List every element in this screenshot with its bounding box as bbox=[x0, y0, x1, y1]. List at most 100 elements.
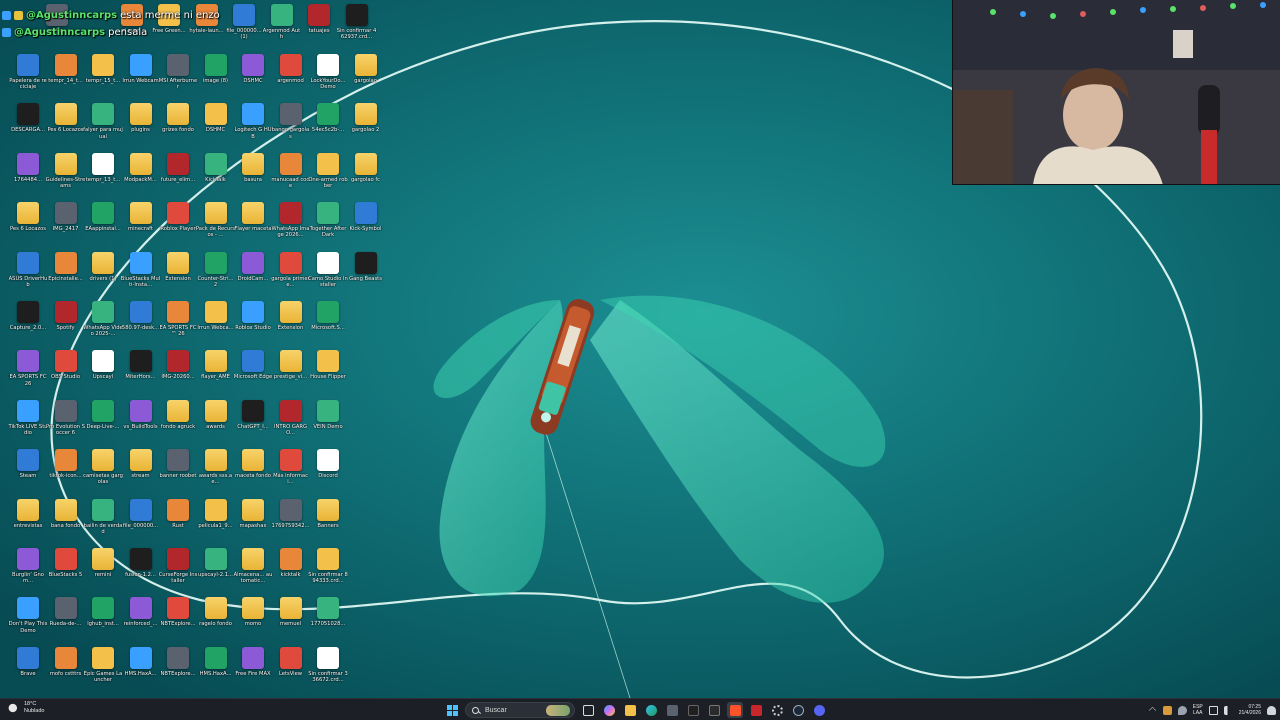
desktop-icon[interactable]: bango gargolas bbox=[272, 103, 310, 151]
desktop-icon[interactable]: Upscayl bbox=[84, 350, 122, 398]
desktop-icon[interactable]: INTRO GARGO... bbox=[272, 399, 310, 448]
taskbar-app-brave[interactable] bbox=[727, 702, 743, 718]
desktop-icon[interactable]: drivers (1) bbox=[84, 251, 122, 300]
desktop-icon[interactable]: fusion-1.2... bbox=[122, 548, 160, 596]
desktop-icon[interactable]: Sin confirmar 894333.crd... bbox=[308, 548, 348, 596]
desktop-icon[interactable]: future_elim... bbox=[159, 152, 197, 201]
desktop-icon[interactable]: Epicinstalle... bbox=[47, 251, 85, 300]
desktop-icon[interactable]: Counter-Stri... 2 bbox=[197, 251, 235, 300]
desktop-icon[interactable]: MiterHors... bbox=[122, 350, 160, 398]
desktop-icon[interactable]: TikTok LIVE Studio bbox=[8, 399, 48, 448]
desktop-icon[interactable]: EA SPORTS FC™ 26 bbox=[159, 301, 197, 349]
desktop-icon[interactable]: reinforced_... bbox=[122, 597, 160, 645]
desktop-icon[interactable]: basura bbox=[234, 152, 272, 201]
desktop-icon[interactable]: Sin confirmar 462937.crd... bbox=[337, 4, 376, 52]
desktop-icon[interactable]: stream bbox=[122, 449, 160, 497]
taskbar-app-edge[interactable] bbox=[643, 702, 659, 718]
desktop-icon[interactable]: CurseForge Installer bbox=[159, 548, 197, 596]
taskbar-app-msi[interactable] bbox=[706, 702, 722, 718]
desktop-icon[interactable]: Rueda-de-... bbox=[47, 597, 85, 645]
taskbar-app-settings[interactable] bbox=[769, 702, 785, 718]
desktop-icon[interactable]: Rust bbox=[159, 498, 197, 547]
desktop-icon[interactable]: grizes fondo bbox=[159, 103, 197, 151]
desktop-icon[interactable]: Don't Play This Demo bbox=[9, 597, 47, 645]
desktop-icon[interactable]: upscayl-2.1... bbox=[197, 548, 235, 596]
desktop-icon[interactable]: Papelera de reciclaje bbox=[9, 54, 47, 102]
taskbar-app-discord[interactable] bbox=[811, 702, 827, 718]
desktop-icon[interactable]: One-armed robber bbox=[308, 152, 348, 201]
desktop-icon[interactable]: maceta fondo bbox=[234, 449, 272, 497]
desktop-icon[interactable]: Free Fire MAX bbox=[234, 646, 272, 695]
desktop-icon[interactable]: bailin de verdad bbox=[84, 498, 122, 547]
desktop-icon[interactable]: Irrun Webca... bbox=[197, 301, 235, 349]
desktop-icon[interactable]: Guidelines-Streams bbox=[46, 152, 85, 201]
desktop-icon[interactable]: gargola primer e... bbox=[271, 251, 310, 300]
desktop-icon[interactable]: gargolao bbox=[347, 54, 385, 102]
desktop-icon[interactable]: ASUS DriverHub bbox=[9, 251, 47, 300]
desktop-icon[interactable]: WhatsApp Video 2025-... bbox=[83, 301, 123, 349]
volume-icon[interactable] bbox=[1223, 705, 1233, 715]
desktop-icon[interactable]: Extension bbox=[272, 301, 310, 349]
desktop-icon[interactable]: Pes 6 Locazos bbox=[47, 103, 85, 151]
taskbar-search[interactable]: Buscar bbox=[465, 702, 575, 718]
desktop-icon[interactable]: LockYourDo... Demo bbox=[309, 54, 347, 102]
desktop-icon[interactable]: image (8) bbox=[197, 54, 235, 102]
taskbar-app-recorder[interactable] bbox=[748, 702, 764, 718]
desktop-icon[interactable]: DESCARGA... bbox=[9, 103, 47, 151]
desktop-icon[interactable]: Microsoft Edge bbox=[234, 350, 272, 398]
desktop-icon[interactable]: lghub_inst... bbox=[84, 597, 122, 645]
desktop-icon[interactable]: Flayer maceta bbox=[234, 202, 272, 250]
desktop-icon[interactable]: tempr_15_t... bbox=[84, 54, 122, 102]
desktop-icon[interactable]: remini bbox=[84, 548, 122, 596]
desktop-icon[interactable]: file_000000... (1) bbox=[225, 4, 263, 52]
start-button[interactable] bbox=[444, 702, 460, 718]
desktop-icon[interactable]: mofo cstttrs bbox=[47, 646, 85, 695]
desktop-icon[interactable]: pelicula1_9... bbox=[197, 498, 235, 547]
taskbar-app-explorer[interactable] bbox=[622, 702, 638, 718]
desktop-icon[interactable]: tiktok-icon... bbox=[47, 449, 85, 497]
desktop-icon[interactable]: IMG_2417 bbox=[47, 202, 85, 250]
input-language[interactable]: ESP LAA bbox=[1193, 704, 1203, 717]
desktop-icon[interactable]: awards bbox=[197, 399, 235, 448]
desktop-icon[interactable]: tempr_14_t... bbox=[47, 54, 85, 102]
desktop-icon[interactable]: Almacena... automatic... bbox=[234, 548, 272, 596]
desktop-icon[interactable]: ragelo fondo bbox=[197, 597, 235, 645]
desktop-icon[interactable]: Extension bbox=[159, 251, 197, 300]
desktop-icon[interactable]: EA SPORTS FC 26 bbox=[9, 350, 47, 398]
desktop-icon[interactable]: 54ec5c2b-... bbox=[309, 103, 347, 151]
desktop-icon[interactable]: Brave bbox=[9, 646, 47, 695]
desktop-icon[interactable]: 580.97-desk... bbox=[122, 301, 160, 349]
desktop-icon[interactable]: fondo agruck bbox=[159, 399, 197, 448]
desktop-icon[interactable]: NBTExplore... bbox=[159, 597, 197, 645]
desktop-icon[interactable]: falyer para mujual bbox=[83, 103, 123, 151]
desktop-icon[interactable]: manucaad code bbox=[271, 152, 310, 201]
taskbar-app-copilot[interactable] bbox=[601, 702, 617, 718]
desktop-icon[interactable]: 1764484... bbox=[9, 152, 47, 201]
desktop-icon[interactable]: MSI Afterburner bbox=[159, 54, 197, 102]
desktop-icon[interactable]: IMG-20260... bbox=[159, 350, 197, 398]
desktop-icon[interactable]: 1769759342... bbox=[272, 498, 310, 547]
desktop-icon[interactable]: NBTExplore... bbox=[159, 646, 197, 695]
desktop-icon[interactable]: banner roobet bbox=[159, 449, 197, 497]
desktop-icon[interactable]: Steam bbox=[9, 449, 47, 497]
desktop-icon[interactable]: Gang Beasts bbox=[347, 251, 385, 300]
desktop-icon[interactable]: Pes 6 Locazos bbox=[9, 202, 47, 250]
desktop-icon[interactable]: 177051028... bbox=[309, 597, 347, 645]
location-icon[interactable] bbox=[1177, 705, 1187, 715]
desktop-icon[interactable]: minecraft bbox=[122, 202, 160, 250]
desktop-icon[interactable]: Camo Studio Installer bbox=[308, 251, 348, 300]
desktop-icon[interactable]: entrevistas bbox=[9, 498, 47, 547]
desktop-icon[interactable]: EAappinstal... bbox=[84, 202, 122, 250]
desktop-icon[interactable]: Spotify bbox=[47, 301, 85, 349]
desktop-icon[interactable]: Roblox Player bbox=[159, 202, 197, 250]
desktop-icon[interactable]: Discord bbox=[309, 449, 347, 497]
desktop-icon[interactable]: WhatsApp Image 2026... bbox=[272, 202, 310, 250]
desktop-icon[interactable]: mapashax bbox=[234, 498, 272, 547]
desktop-icon[interactable]: Pack de Recursos - ... bbox=[196, 202, 235, 250]
desktop-icon[interactable]: vs_BuildTools bbox=[122, 399, 160, 448]
desktop-icon[interactable]: Irrun Webcam bbox=[122, 54, 160, 102]
desktop-icon[interactable]: bana fondo bbox=[47, 498, 85, 547]
taskbar-app-fc[interactable] bbox=[685, 702, 701, 718]
desktop-icon[interactable]: HMS.HaxA... bbox=[122, 646, 160, 695]
desktop-icon[interactable]: Deep-Live-... bbox=[84, 399, 122, 448]
